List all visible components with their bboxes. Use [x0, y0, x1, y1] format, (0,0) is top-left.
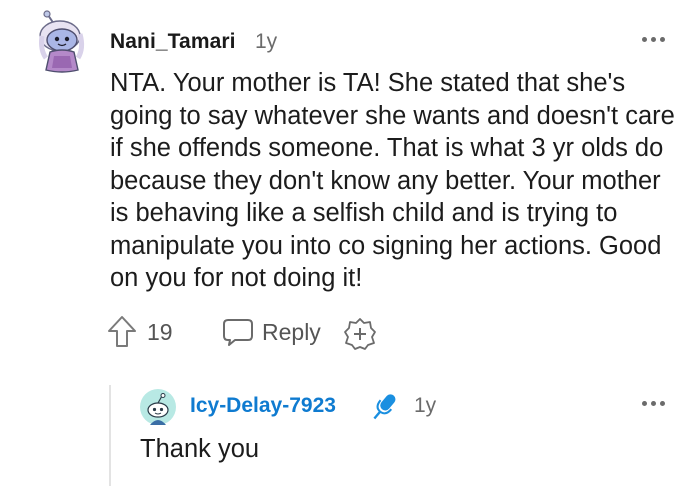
reply-username[interactable]: Icy-Delay-7923: [190, 394, 336, 418]
microphone-badge: [367, 390, 401, 424]
award-button[interactable]: [343, 317, 377, 351]
comment-username[interactable]: Nani_Tamari: [110, 30, 236, 54]
thread-line[interactable]: [109, 385, 111, 486]
chat-bubble-icon: [223, 319, 253, 346]
reply-age: 1y: [414, 394, 437, 417]
reply-label: Reply: [262, 318, 321, 345]
comment-body: NTA. Your mother is TA! She stated that …: [110, 69, 675, 292]
snoo-default-avatar-icon: [140, 389, 176, 425]
reply-avatar[interactable]: [140, 389, 176, 425]
microphone-icon: [373, 394, 396, 420]
reply-button[interactable]: Reply: [222, 315, 321, 349]
more-options-button[interactable]: [640, 35, 668, 45]
upvote-arrow-icon: [108, 316, 136, 347]
reply-more-options-button[interactable]: [640, 399, 668, 409]
upvote-button[interactable]: [106, 314, 138, 350]
snoo-avatar-icon: [39, 10, 85, 73]
award-plus-icon: [344, 318, 376, 350]
avatar[interactable]: [34, 10, 90, 74]
reply-body: Thank you: [140, 435, 260, 463]
comment-age: 1y: [255, 30, 278, 53]
vote-count: 19: [147, 319, 173, 345]
